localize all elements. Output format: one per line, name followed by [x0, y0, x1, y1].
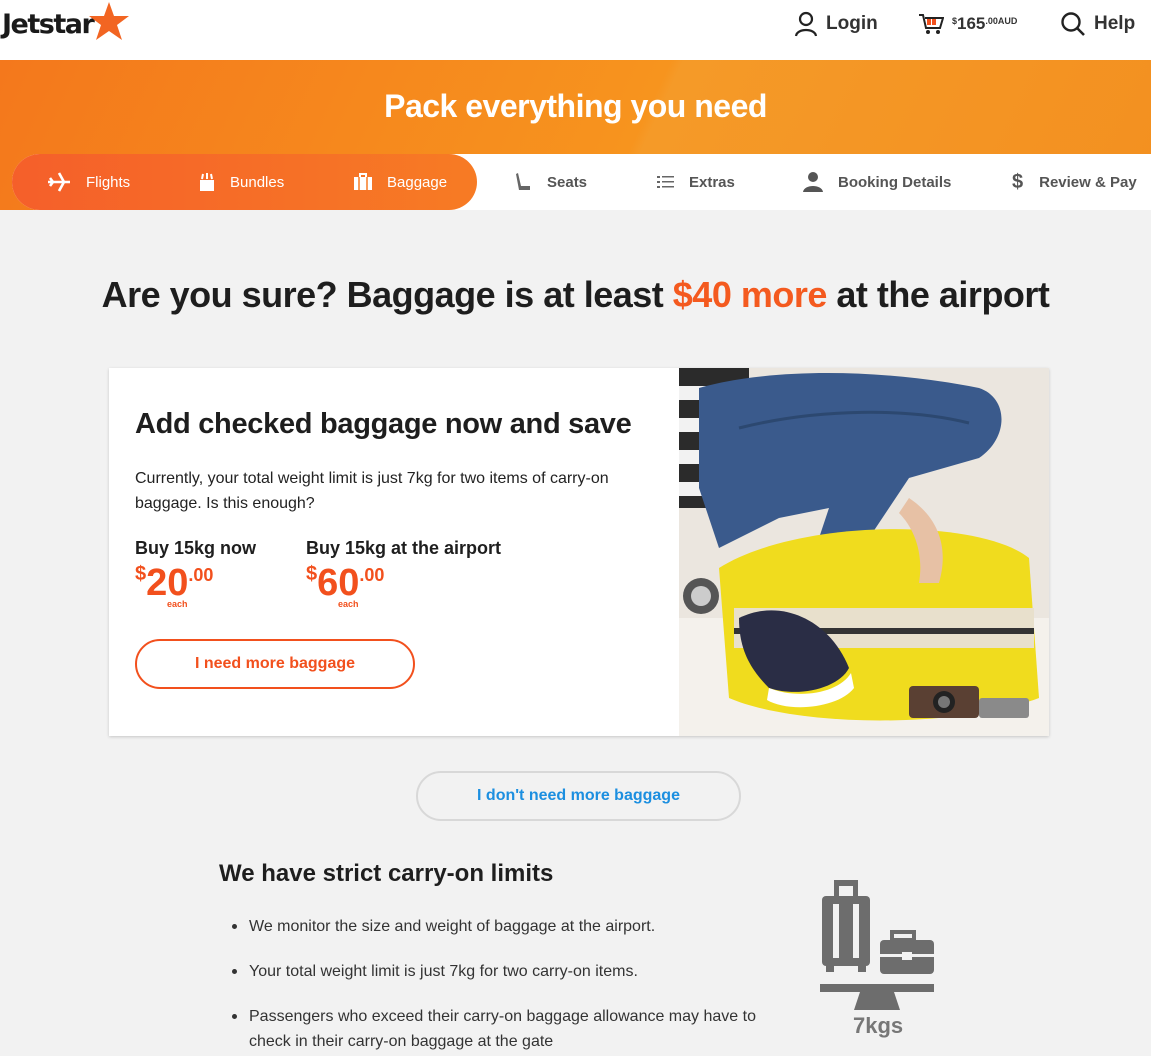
- step-label: Flights: [86, 173, 131, 191]
- step-label: Booking Details: [838, 173, 952, 191]
- step-booking-details[interactable]: Booking Details: [802, 154, 951, 210]
- brand-name: Jetstar: [2, 8, 95, 40]
- heading-accent: $40 more: [672, 274, 828, 315]
- carry-on-scale-icon: [820, 880, 934, 1010]
- step-review-pay[interactable]: $ Review & Pay: [1012, 154, 1137, 210]
- seat-icon: [516, 173, 530, 190]
- price-amount: 20: [146, 562, 189, 604]
- heading-part1: Are you sure? Baggage is at least: [101, 274, 673, 315]
- cart-icon: [919, 14, 944, 34]
- step-bundles[interactable]: Bundles: [198, 154, 284, 210]
- step-label: Bundles: [230, 173, 285, 191]
- weight-limit-label: 7kgs: [853, 1013, 904, 1038]
- baggage-offer-card: Add checked baggage now and save Current…: [109, 368, 1049, 736]
- price-unit: each: [167, 599, 188, 609]
- no-more-baggage-button[interactable]: I don't need more baggage: [416, 771, 741, 821]
- cart-button[interactable]: $ 165 .00AUD: [918, 0, 1017, 48]
- need-more-baggage-button[interactable]: I need more baggage: [135, 639, 415, 689]
- limits-title: We have strict carry-on limits: [219, 860, 554, 887]
- person-icon: [803, 172, 823, 192]
- offer-title: Add checked baggage now and save: [135, 408, 632, 440]
- step-seats[interactable]: Seats: [515, 154, 587, 210]
- booking-steps: Flights Bundles Baggage Seats Extras Boo…: [12, 154, 1151, 210]
- cart-cents: .00AUD: [985, 16, 1018, 26]
- step-label: Review & Pay: [1039, 173, 1137, 191]
- currency-symbol: $: [135, 563, 147, 585]
- jetstar-logo[interactable]: Jetstar: [2, 2, 131, 42]
- top-header: Jetstar Login $ 165 .00AUD Help: [0, 0, 1151, 60]
- step-label: Seats: [547, 173, 588, 191]
- page-heading: Are you sure? Baggage is at least $40 mo…: [0, 274, 1151, 316]
- cart-total: $ 165 .00AUD: [952, 14, 1017, 34]
- step-flights[interactable]: Flights: [46, 154, 130, 210]
- price-airport: Buy 15kg at the airport $ 60 .00 each: [306, 538, 501, 609]
- step-label: Extras: [689, 173, 735, 191]
- help-link[interactable]: Help: [1060, 0, 1135, 48]
- search-icon: [1061, 12, 1085, 36]
- price-amount: 60: [317, 562, 360, 604]
- suitcase-photo-illustration: [679, 368, 1049, 736]
- price-unit: each: [338, 599, 359, 609]
- offer-description: Currently, your total weight limit is ju…: [135, 470, 609, 512]
- price-now-label: Buy 15kg now: [135, 538, 257, 558]
- price-cents: .00: [188, 565, 214, 585]
- list-item: Passengers who exceed their carry-on bag…: [232, 1004, 789, 1054]
- suitcase-photo: [679, 368, 1049, 736]
- help-label: Help: [1094, 13, 1136, 34]
- login-label: Login: [826, 13, 878, 34]
- list-icon: [657, 176, 674, 188]
- price-airport-value: $ 60 .00: [306, 563, 501, 603]
- plane-icon: [48, 172, 70, 192]
- dollar-icon: $: [1012, 170, 1024, 193]
- heading-part2: at the airport: [826, 274, 1050, 315]
- step-extras[interactable]: Extras: [657, 154, 735, 210]
- price-now-value: $ 20 .00: [135, 563, 256, 603]
- list-item: We monitor the size and weight of baggag…: [232, 914, 789, 939]
- star-logo-icon: [89, 2, 130, 40]
- price-airport-label: Buy 15kg at the airport: [306, 538, 502, 558]
- step-baggage[interactable]: Baggage: [353, 154, 447, 210]
- suitcase-icon: [354, 173, 372, 190]
- price-cents: .00: [359, 565, 385, 585]
- price-now: Buy 15kg now $ 20 .00 each: [135, 538, 256, 609]
- user-icon: [794, 11, 818, 37]
- cart-amount: 165: [957, 14, 986, 33]
- currency-symbol: $: [306, 563, 318, 585]
- bundle-icon: [200, 173, 214, 191]
- step-label: Baggage: [387, 173, 448, 191]
- login-link[interactable]: Login: [794, 0, 878, 48]
- list-item: Your total weight limit is just 7kg for …: [232, 959, 789, 984]
- limits-list: We monitor the size and weight of baggag…: [232, 914, 789, 1056]
- banner-title: Pack everything you need: [384, 88, 767, 124]
